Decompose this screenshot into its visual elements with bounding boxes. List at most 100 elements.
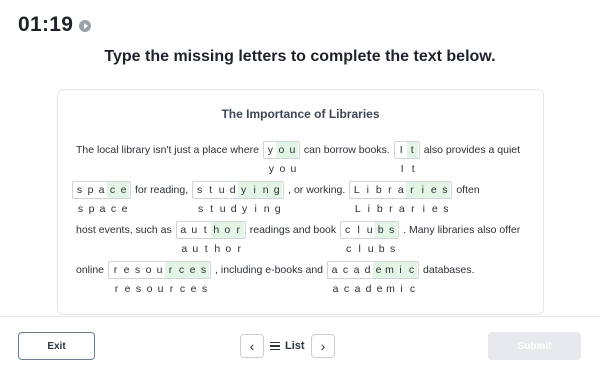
letter-cell[interactable]: d: [362, 262, 373, 278]
answer-reveal: clubs: [343, 243, 398, 255]
letter-cell[interactable]: n: [260, 182, 272, 198]
word-blank[interactable]: studyingstudying: [192, 181, 285, 215]
letter-cell[interactable]: i: [417, 182, 429, 198]
letter-cell[interactable]: d: [227, 182, 238, 198]
letter-cell[interactable]: t: [200, 222, 211, 238]
letter-cell[interactable]: r: [406, 182, 418, 198]
letter-cell[interactable]: I: [396, 142, 407, 158]
answer-letter: s: [198, 203, 204, 215]
passage-text: , or working.: [288, 184, 346, 196]
answer-letter: e: [121, 203, 128, 215]
answer-letter: i: [422, 203, 425, 215]
answer-letter: a: [181, 243, 188, 255]
letter-cell[interactable]: c: [107, 182, 118, 198]
letter-cell[interactable]: u: [154, 262, 165, 278]
answer-letter: o: [225, 243, 232, 255]
answer-letter: c: [343, 283, 350, 295]
letter-cell[interactable]: l: [353, 222, 364, 238]
letter-cell[interactable]: e: [121, 262, 132, 278]
letter-cell[interactable]: e: [428, 182, 440, 198]
footer-divider: [0, 316, 600, 317]
letter-cell[interactable]: p: [85, 182, 96, 198]
letter-cell[interactable]: a: [178, 222, 189, 238]
letter-cell[interactable]: c: [340, 262, 351, 278]
letter-cell[interactable]: o: [143, 262, 154, 278]
letter-cell[interactable]: s: [74, 182, 85, 198]
passage-text: host events, such as: [76, 224, 172, 236]
letter-cell[interactable]: b: [375, 222, 387, 238]
letter-cell[interactable]: s: [132, 262, 143, 278]
letter-cell[interactable]: g: [271, 182, 283, 198]
letter-cell[interactable]: a: [351, 262, 362, 278]
passage-text: readings and book: [249, 224, 337, 236]
letter-cell[interactable]: o: [275, 142, 287, 158]
letter-cell[interactable]: c: [406, 262, 418, 278]
answer-letter: s: [201, 283, 208, 295]
letter-cell[interactable]: i: [249, 182, 261, 198]
answer-letter: e: [124, 283, 131, 295]
word-blank[interactable]: youyou: [262, 141, 300, 175]
letter-cell[interactable]: t: [406, 142, 418, 158]
submit-button[interactable]: Submit: [488, 332, 581, 360]
letter-cell[interactable]: i: [362, 182, 373, 198]
letter-cell[interactable]: r: [384, 182, 395, 198]
word-blank[interactable]: clubs clubs: [340, 221, 400, 255]
answer-letter: a: [354, 283, 361, 295]
answer-letter: u: [192, 243, 199, 255]
letter-cell[interactable]: a: [395, 182, 406, 198]
letter-cell[interactable]: y: [238, 182, 250, 198]
letter-cell[interactable]: i: [395, 262, 407, 278]
passage-line: s p a c e s p a c e for reading, s t u d y i n g s t u d y i n g, …: [72, 181, 484, 215]
letter-cell[interactable]: r: [232, 222, 244, 238]
previous-button[interactable]: ‹: [240, 334, 264, 358]
passage-line: online r e s o u r c e s r e s o u r c e s, including e-bo…: [72, 261, 478, 295]
letter-cell[interactable]: s: [439, 182, 451, 198]
letter-cell[interactable]: h: [210, 222, 222, 238]
letter-cell[interactable]: u: [364, 222, 375, 238]
passage-text: online: [76, 264, 105, 276]
passage-text: , including e-books and: [215, 264, 324, 276]
letter-cell[interactable]: u: [286, 142, 298, 158]
letter-cell[interactable]: a: [96, 182, 107, 198]
word-blank[interactable]: resourcesresources: [108, 261, 212, 295]
answer-letter: u: [290, 163, 297, 175]
letter-cell[interactable]: u: [216, 182, 227, 198]
letter-cell[interactable]: s: [386, 222, 398, 238]
answer-reveal: space: [75, 203, 130, 215]
letter-cell[interactable]: a: [329, 262, 340, 278]
letter-cell[interactable]: t: [205, 182, 216, 198]
passage-text: . Many libraries also offer: [403, 224, 521, 236]
exit-button[interactable]: Exit: [18, 332, 95, 360]
letter-cell[interactable]: r: [110, 262, 121, 278]
passage-line: host events, such as a u t h o r a u t h o r readings…: [72, 221, 524, 255]
list-button[interactable]: List: [270, 334, 305, 358]
letter-cell[interactable]: s: [194, 182, 205, 198]
letter-cell[interactable]: y: [265, 142, 276, 158]
word-blank[interactable]: authorauthor: [175, 221, 246, 255]
letter-cell[interactable]: b: [373, 182, 384, 198]
letter-cell[interactable]: c: [176, 262, 188, 278]
answer-letter: I: [400, 163, 404, 175]
letter-cell[interactable]: c: [342, 222, 353, 238]
answer-letter: r: [169, 283, 174, 295]
answer-letter: n: [263, 203, 270, 215]
letter-cell[interactable]: s: [198, 262, 210, 278]
letter-cell[interactable]: u: [189, 222, 200, 238]
letter-cell[interactable]: e: [118, 182, 129, 198]
next-button[interactable]: ›: [311, 334, 335, 358]
word-blank[interactable]: spacespace: [72, 181, 131, 215]
answer-letter: o: [279, 163, 286, 175]
letter-cell[interactable]: m: [384, 262, 396, 278]
answer-reveal: It: [397, 163, 419, 175]
letter-cell[interactable]: e: [187, 262, 199, 278]
word-blank[interactable]: ItIt: [393, 141, 420, 175]
word-blank[interactable]: academicacademic: [327, 261, 420, 295]
play-icon[interactable]: [79, 20, 92, 32]
answer-letter: u: [219, 203, 226, 215]
word-blank[interactable]: LibrariesLibraries: [349, 181, 453, 215]
letter-cell[interactable]: o: [221, 222, 233, 238]
letter-cell[interactable]: r: [165, 262, 177, 278]
letter-cell[interactable]: L: [351, 182, 362, 198]
letter-cell[interactable]: e: [373, 262, 385, 278]
instruction-heading: Type the missing letters to complete the…: [104, 48, 496, 65]
